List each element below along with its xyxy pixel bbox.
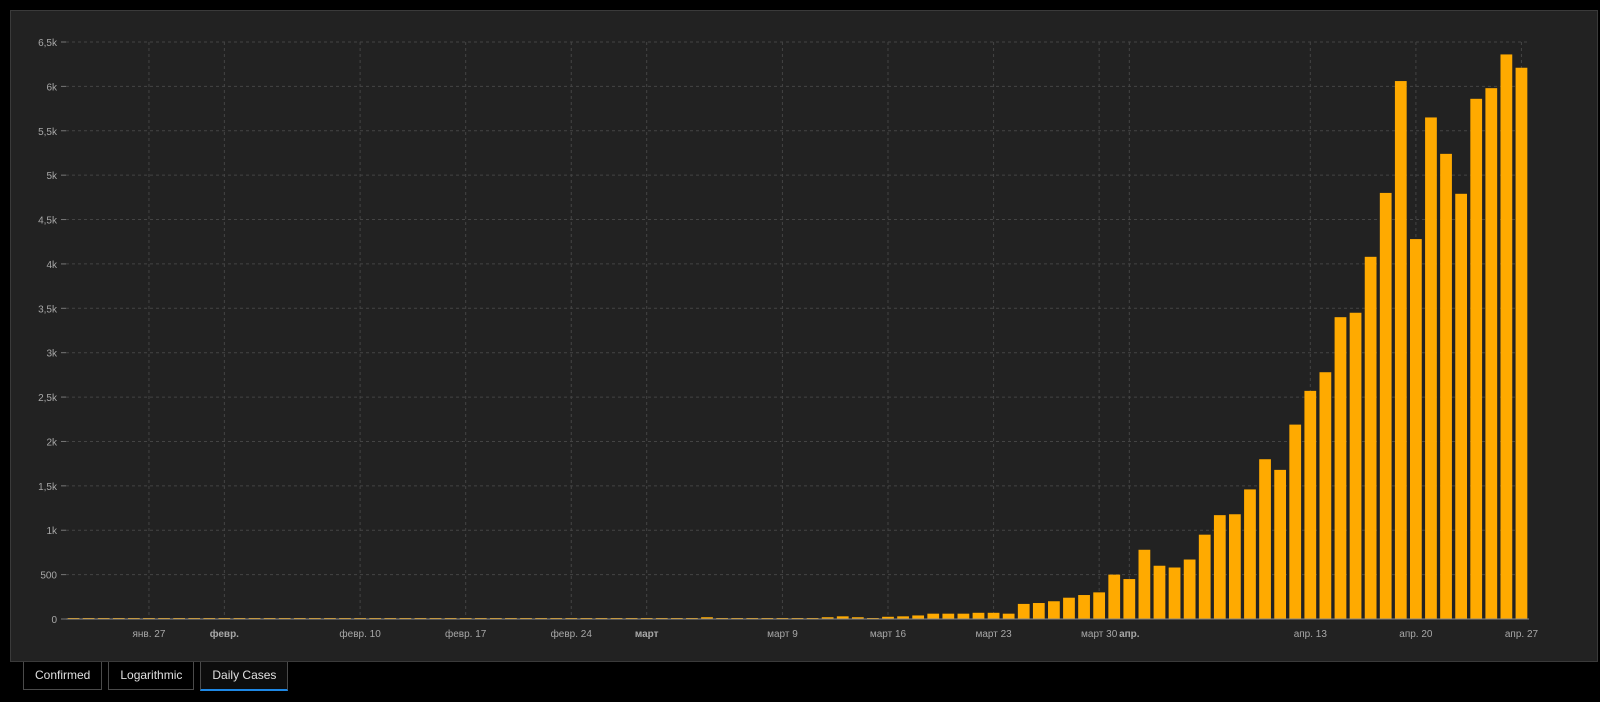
bar xyxy=(957,613,970,619)
bar xyxy=(1410,239,1422,619)
bar xyxy=(972,612,985,619)
y-tick-label: 3,5k xyxy=(38,304,58,315)
bar xyxy=(1455,193,1468,620)
bar xyxy=(1319,372,1332,619)
y-tick-label: 1k xyxy=(46,526,58,537)
y-tick-label: 5,5k xyxy=(38,127,58,138)
x-tick-label: февр. 17 xyxy=(445,628,487,640)
bar xyxy=(1183,559,1196,619)
x-tick-label: февр. 10 xyxy=(339,628,381,640)
bar xyxy=(1093,592,1106,619)
x-tick-label: март 9 xyxy=(767,629,798,640)
bar xyxy=(1108,574,1121,619)
bar xyxy=(1470,98,1483,619)
bar xyxy=(942,613,955,619)
bar xyxy=(1078,595,1090,619)
bar xyxy=(1364,256,1377,619)
bar xyxy=(1440,153,1452,619)
bar xyxy=(1244,489,1256,619)
chart-bars xyxy=(67,54,1528,620)
bar xyxy=(1289,424,1302,619)
x-tick-label: апр. 27 xyxy=(1505,629,1539,640)
y-tick-label: 4k xyxy=(46,260,58,271)
bar xyxy=(1213,515,1226,619)
bar xyxy=(1349,312,1362,619)
y-tick-label: 6,5k xyxy=(38,38,58,49)
bar xyxy=(1229,514,1241,619)
y-tick-label: 5k xyxy=(46,171,58,182)
bar xyxy=(1334,317,1347,619)
bar xyxy=(1274,469,1287,619)
x-tick-label: март 30 xyxy=(1081,629,1118,640)
y-tick-label: 2k xyxy=(46,437,58,448)
bar xyxy=(1168,567,1181,619)
bar xyxy=(1515,67,1528,620)
y-axis: 0 500 1k 1,5k 2k 2,5k 3k 3,5k 4k 4,5k 5k 5,5k 6k 6,5k xyxy=(38,38,66,626)
bar xyxy=(927,613,940,619)
tab-logarithmic[interactable]: Logarithmic xyxy=(108,662,195,690)
bar xyxy=(1259,459,1271,619)
x-tick-label: февр. 24 xyxy=(551,628,593,640)
bar xyxy=(1048,601,1060,619)
x-tick-label: янв. 27 xyxy=(132,629,165,640)
bar xyxy=(1425,117,1437,619)
bar xyxy=(1123,579,1136,619)
y-tick-label: 4,5k xyxy=(38,216,58,227)
bar xyxy=(1138,549,1151,619)
chart-panel: 0 500 1k 1,5k 2k 2,5k 3k 3,5k 4k 4,5k 5k 5,5k 6k 6,5k… xyxy=(10,10,1598,662)
x-tick-label: апр. 13 xyxy=(1294,629,1328,640)
x-axis: янв. 27 февр. февр. 10 февр. 17 февр. 24 март… xyxy=(66,618,1539,640)
x-tick-label: апр. xyxy=(1119,629,1140,640)
tab-daily-cases[interactable]: Daily Cases xyxy=(200,662,289,691)
view-tabs: Confirmed Logarithmic Daily Cases xyxy=(23,662,294,691)
tab-confirmed[interactable]: Confirmed xyxy=(23,662,103,690)
x-tick-label: апр. 20 xyxy=(1399,629,1433,640)
daily-cases-chart: 0 500 1k 1,5k 2k 2,5k 3k 3,5k 4k 4,5k 5k 5,5k 6k 6,5k… xyxy=(38,38,1539,640)
y-tick-label: 0 xyxy=(51,615,57,626)
y-tick-label: 1,5k xyxy=(38,482,58,493)
bar xyxy=(1032,603,1045,619)
bar xyxy=(1198,534,1211,619)
bar xyxy=(1394,81,1407,619)
bar xyxy=(1153,565,1166,619)
bar xyxy=(1002,613,1015,619)
bar xyxy=(1304,390,1317,619)
y-tick-label: 2,5k xyxy=(38,393,58,404)
x-tick-label: март xyxy=(635,629,659,640)
y-tick-label: 6k xyxy=(46,82,58,93)
y-tick-label: 3k xyxy=(46,349,58,360)
bar xyxy=(1500,54,1513,620)
x-tick-label: март 23 xyxy=(975,629,1012,640)
x-tick-label: март 16 xyxy=(870,629,907,640)
bar xyxy=(912,615,925,619)
y-tick-label: 500 xyxy=(40,571,57,582)
x-tick-label: февр. xyxy=(210,628,239,640)
bar xyxy=(1063,597,1075,619)
bar xyxy=(1017,603,1030,619)
bar xyxy=(987,612,1000,619)
bar xyxy=(1485,88,1498,619)
bar xyxy=(1379,192,1392,619)
